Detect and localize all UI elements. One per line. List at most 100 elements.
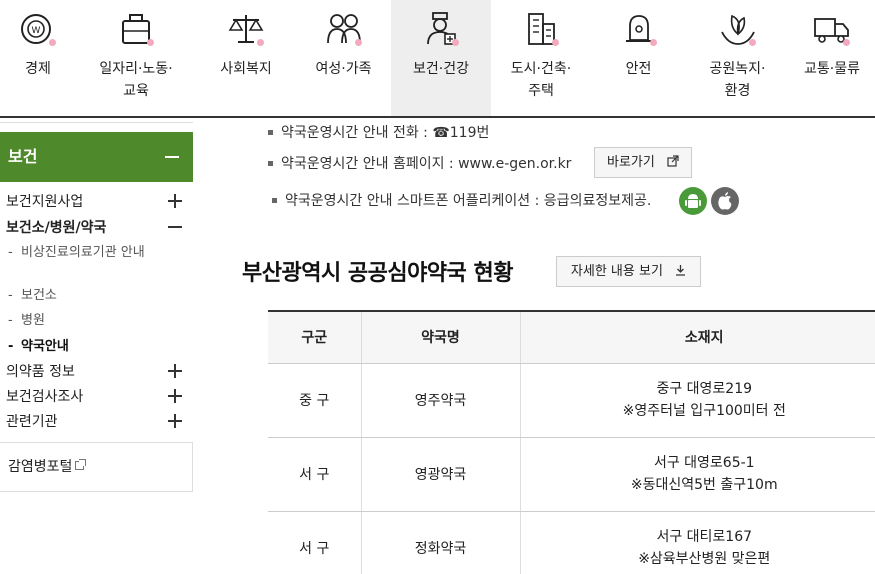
table-row: 중 구 영주약국 중구 대영로219 ※영주터널 입구100미터 전 — [268, 363, 875, 438]
nav-environment[interactable]: 공원녹지· 환경 — [686, 0, 789, 116]
address-text: 중구 대영로219 — [656, 381, 753, 397]
go-button-label: 바로가기 — [607, 155, 655, 170]
nav-label: 도시·건축· 주택 — [510, 61, 572, 99]
collapse-icon — [165, 156, 179, 158]
android-app-icon[interactable] — [679, 187, 707, 215]
nav-economy[interactable]: W 경제 — [0, 0, 76, 116]
table-row: 서 구 정화약국 서구 대티로167 ※삼육부산병원 맞은편 — [268, 511, 875, 574]
detail-button[interactable]: 자세한 내용 보기 — [556, 256, 701, 287]
submenu-item-pharmacy[interactable]: - 약국안내 — [8, 338, 148, 355]
address-note: ※삼육부산병원 맞은편 — [638, 551, 771, 567]
nav-health[interactable]: 보건·건강 — [391, 0, 491, 116]
sidebar-item-label: 보건검사조사 — [6, 389, 84, 405]
expand-icon — [168, 364, 182, 378]
address-note: ※영주터널 입구100미터 전 — [622, 403, 786, 419]
family-icon — [324, 10, 364, 48]
scale-icon — [226, 10, 266, 48]
pharmacy-name-cell: 영광약국 — [360, 437, 520, 512]
district-cell: 중 구 — [268, 363, 361, 438]
pharmacy-name-cell: 영주약국 — [360, 363, 520, 438]
nav-label: 공원녹지· 환경 — [709, 61, 766, 99]
submenu-item-health-center[interactable]: - 보건소 — [8, 287, 148, 304]
external-link-icon — [667, 155, 679, 167]
nav-traffic[interactable]: 교통·물류 — [789, 0, 875, 116]
collapse-icon — [168, 220, 182, 234]
nav-jobs[interactable]: 일자리·노동· 교육 — [76, 0, 196, 116]
district-cell: 서 구 — [268, 437, 361, 512]
submenu-item-emergency[interactable]: - 비상진료의료기관 안내 — [8, 244, 148, 261]
address-text: 서구 대티로167 — [656, 529, 753, 545]
submenu-item-label: 병원 — [21, 313, 45, 328]
sidebar-item-clinics[interactable]: 보건소/병원/약국 — [6, 219, 186, 237]
sidebar-item-label: 보건소/병원/약국 — [6, 220, 107, 236]
leaf-hands-icon — [718, 10, 758, 48]
nav-urban[interactable]: 도시·건축· 주택 — [491, 0, 591, 116]
info-homepage-text: 약국운영시간 안내 홈페이지 : www.e-gen.or.kr — [281, 156, 572, 172]
submenu-item-label: 보건소 — [21, 288, 57, 303]
nav-safety[interactable]: 안전 — [591, 0, 686, 116]
economy-coin-icon: W — [18, 10, 58, 48]
sidebar-item-label: 의약품 정보 — [6, 364, 75, 380]
siren-icon — [619, 10, 659, 48]
nav-label: 보건·건강 — [413, 61, 469, 77]
pharmacy-table: 구군 약국명 소재지 중 구 영주약국 중구 대영로219 ※영주터널 입구100… — [268, 310, 875, 574]
address-cell: 서구 대영로65-1 ※동대신역5번 출구10m — [519, 437, 875, 512]
sidebar-item-label: 보건지원사업 — [6, 194, 84, 210]
pharmacy-name-cell: 정화약국 — [360, 511, 520, 574]
nav-label: 교통·물류 — [804, 61, 860, 77]
info-homepage: 약국운영시간 안내 홈페이지 : www.e-gen.or.kr — [268, 153, 571, 173]
external-link-icon — [75, 459, 87, 470]
bullet-icon — [268, 161, 273, 166]
column-header: 약국명 — [360, 310, 520, 364]
sidebar-title-label: 보건 — [8, 147, 38, 166]
bullet-icon — [268, 130, 273, 135]
infection-portal-link[interactable]: 감염병포털 — [0, 442, 193, 492]
address-note: ※동대신역5번 출구10m — [630, 477, 778, 493]
info-phone: 약국운영시간 안내 전화 : ☎119번 — [268, 122, 489, 142]
expand-icon — [168, 194, 182, 208]
sidebar-item-related[interactable]: 관련기관 — [6, 413, 186, 431]
submenu-item-label: 약국안내 — [21, 339, 69, 354]
table-header-row: 구군 약국명 소재지 — [268, 310, 875, 364]
download-icon — [676, 265, 686, 276]
sidebar: 보건 보건지원사업 보건소/병원/약국 - 비상진료의료기관 안내 - 보건소 -병… — [0, 120, 193, 574]
submenu-item-label: 비상진료의료기관 안내 — [21, 245, 145, 260]
truck-icon — [812, 10, 852, 48]
doctor-icon — [421, 10, 461, 48]
info-app-text: 약국운영시간 안내 스마트폰 어플리케이션 : 응급의료정보제공. — [285, 193, 652, 209]
nav-label: 사회복지 — [220, 61, 272, 77]
category-nav: W 경제 일자리·노동· 교육 사회복지 여성·가족 보건·건강 도시·건축· … — [0, 0, 875, 118]
svg-text:W: W — [32, 26, 41, 36]
briefcase-icon — [116, 10, 156, 48]
building-icon — [521, 10, 561, 48]
sidebar-title[interactable]: 보건 — [0, 132, 193, 182]
info-app: 약국운영시간 안내 스마트폰 어플리케이션 : 응급의료정보제공. — [272, 190, 651, 210]
nav-label: 경제 — [25, 61, 51, 77]
info-phone-text: 약국운영시간 안내 전화 : ☎119번 — [281, 125, 490, 141]
expand-icon — [168, 389, 182, 403]
sidebar-item-label: 관련기관 — [6, 414, 58, 430]
divider — [0, 122, 193, 123]
bullet-icon — [272, 198, 277, 203]
go-button[interactable]: 바로가기 — [594, 147, 692, 178]
nav-family[interactable]: 여성·가족 — [296, 0, 391, 116]
address-text: 서구 대영로65-1 — [653, 455, 755, 471]
apple-app-icon[interactable] — [711, 187, 739, 215]
section-title: 부산광역시 공공심야약국 현황 — [242, 261, 513, 286]
submenu-item-hospital[interactable]: - 병원 — [8, 312, 148, 329]
table-row: 서 구 영광약국 서구 대영로65-1 ※동대신역5번 출구10m — [268, 437, 875, 512]
detail-button-label: 자세한 내용 보기 — [570, 264, 663, 279]
sidebar-item-inspection[interactable]: 보건검사조사 — [6, 388, 186, 406]
district-cell: 서 구 — [268, 511, 361, 574]
column-header: 구군 — [268, 310, 361, 364]
address-cell: 중구 대영로219 ※영주터널 입구100미터 전 — [519, 363, 875, 438]
sidebar-item-drug-info[interactable]: 의약품 정보 — [6, 363, 186, 381]
nav-welfare[interactable]: 사회복지 — [196, 0, 296, 116]
link-label: 감염병포털 — [8, 459, 73, 475]
address-cell: 서구 대티로167 ※삼육부산병원 맞은편 — [519, 511, 875, 574]
nav-label: 여성·가족 — [315, 61, 372, 77]
sidebar-item-support[interactable]: 보건지원사업 — [6, 193, 186, 211]
nav-label: 일자리·노동· 교육 — [99, 61, 173, 99]
nav-label: 안전 — [625, 61, 652, 77]
column-header: 소재지 — [519, 310, 875, 364]
